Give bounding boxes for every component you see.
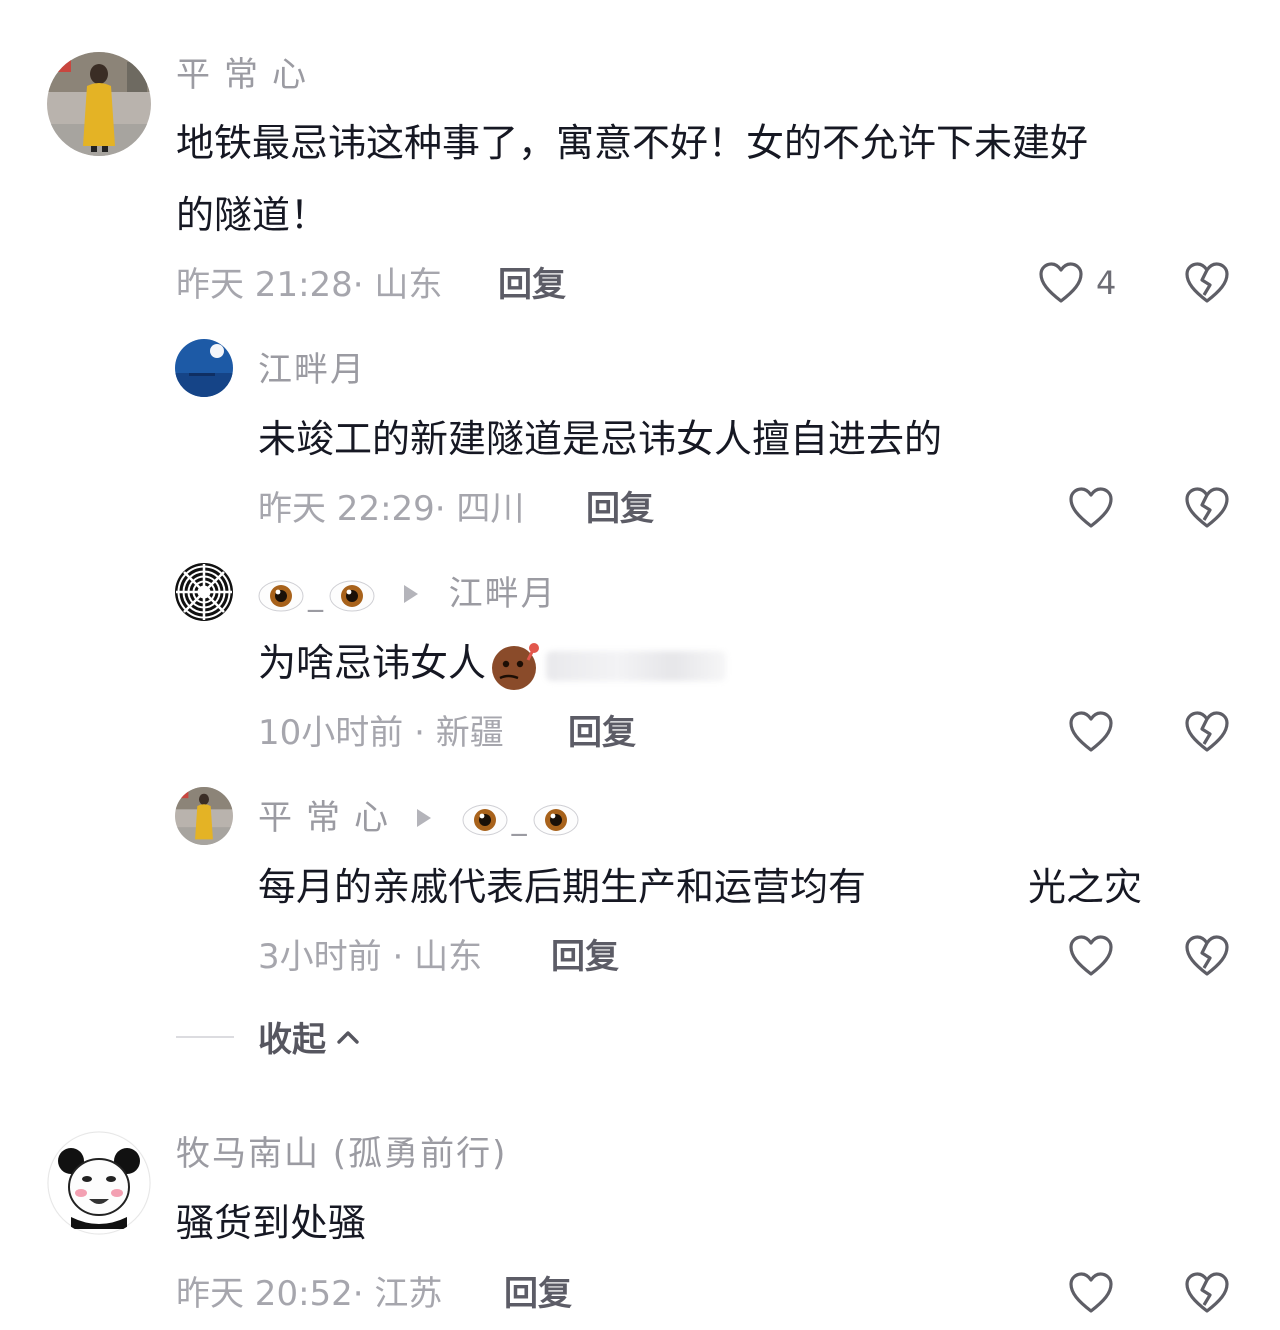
location: 江苏	[374, 1274, 443, 1314]
woman-yellow-coat-photo-icon	[47, 52, 151, 156]
location: 四川	[456, 489, 525, 529]
dislike-button[interactable]	[1184, 486, 1230, 530]
timestamp: 10小时前	[258, 713, 404, 753]
avatar[interactable]	[47, 52, 151, 156]
avatar[interactable]	[175, 339, 233, 397]
timestamp: 3小时前	[258, 937, 382, 977]
comment-text: 地铁最忌讳这种事了，寓意不好！女的不允许下未建好	[176, 121, 1089, 165]
timestamp: 昨天 21:28	[176, 265, 353, 305]
username[interactable]: 牧马南山 (孤勇前行)	[176, 1134, 507, 1174]
comment-meta: 3小时前 · 山东	[258, 937, 483, 977]
username[interactable]: _ 江畔月	[258, 574, 557, 616]
broken-heart-icon	[1185, 935, 1229, 976]
comment-text: 未竣工的新建隧道是忌讳女人擅自进去的	[258, 417, 943, 461]
location: 山东	[374, 265, 443, 305]
like-button[interactable]	[1068, 934, 1114, 978]
reply-to-username[interactable]: 江畔月	[449, 574, 557, 614]
reply-button[interactable]: 回复	[568, 713, 636, 753]
comment-text: 为啥忌讳女人	[258, 628, 727, 698]
broken-heart-icon	[1185, 487, 1229, 528]
dislike-button[interactable]	[1184, 934, 1230, 978]
heart-icon	[1039, 262, 1083, 303]
like-button[interactable]	[1068, 486, 1114, 530]
avatar[interactable]	[175, 787, 233, 845]
collapse-button[interactable]: 收起	[258, 1012, 360, 1061]
comment-text: 骚货到处骚	[176, 1201, 367, 1245]
timestamp: 昨天 22:29	[258, 489, 435, 529]
location: 新疆	[435, 713, 504, 753]
moon-over-sea-photo-icon	[175, 339, 233, 397]
like-button[interactable]: 4	[1038, 261, 1116, 305]
collapse-replies: 收起	[176, 1012, 360, 1061]
dislike-button[interactable]	[1184, 710, 1230, 754]
eye-icon	[329, 580, 375, 611]
comment-text-line2: 的隧道！	[176, 193, 329, 237]
comment-meta: 昨天 21:28· 山东	[176, 265, 443, 305]
eye-icon	[258, 580, 304, 611]
broken-heart-icon	[1185, 262, 1229, 303]
dislike-button[interactable]	[1184, 261, 1230, 305]
thinking-emoji-icon	[492, 642, 540, 690]
reply-arrow-icon	[416, 808, 431, 827]
comment-text-end: 光之灾	[1028, 865, 1143, 909]
like-button[interactable]	[1068, 710, 1114, 754]
reply-button[interactable]: 回复	[551, 937, 619, 977]
comment-text: 每月的亲戚代表后期生产和运营均有	[258, 865, 867, 909]
eyes-emoji-reply-to[interactable]: _	[462, 800, 579, 840]
divider	[176, 1035, 234, 1038]
like-count: 4	[1096, 264, 1117, 302]
heart-icon	[1069, 1272, 1113, 1313]
reply-arrow-icon	[403, 584, 418, 603]
broken-heart-icon	[1185, 711, 1229, 752]
timestamp: 昨天 20:52	[176, 1274, 353, 1314]
heart-icon	[1069, 935, 1113, 976]
blurred-text	[546, 650, 727, 681]
reply-button[interactable]: 回复	[586, 489, 654, 529]
username[interactable]: 江畔月	[258, 350, 366, 390]
username[interactable]: 平常心 _	[258, 798, 579, 840]
heart-icon	[1069, 711, 1113, 752]
eyes-emoji-username: _	[258, 576, 375, 616]
comment-meta: 昨天 20:52· 江苏	[176, 1274, 443, 1314]
comment-meta: 昨天 22:29· 四川	[258, 489, 525, 529]
like-button[interactable]	[1068, 1271, 1114, 1315]
reply-button[interactable]: 回复	[504, 1274, 572, 1314]
reply-button[interactable]: 回复	[498, 265, 566, 305]
heart-icon	[1069, 487, 1113, 528]
dislike-button[interactable]	[1184, 1271, 1230, 1315]
location: 山东	[414, 937, 483, 977]
woman-yellow-coat-photo-icon	[175, 787, 233, 845]
hypnotic-spiral-avatar-icon	[175, 563, 233, 621]
chevron-up-icon	[337, 1030, 359, 1044]
avatar[interactable]	[175, 563, 233, 621]
avatar[interactable]	[47, 1131, 151, 1235]
eye-icon	[462, 804, 508, 835]
panda-meme-avatar-icon	[47, 1131, 151, 1235]
eye-icon	[533, 804, 579, 835]
username[interactable]: 平常心	[176, 55, 320, 95]
comment-meta: 10小时前 · 新疆	[258, 713, 504, 753]
broken-heart-icon	[1185, 1272, 1229, 1313]
